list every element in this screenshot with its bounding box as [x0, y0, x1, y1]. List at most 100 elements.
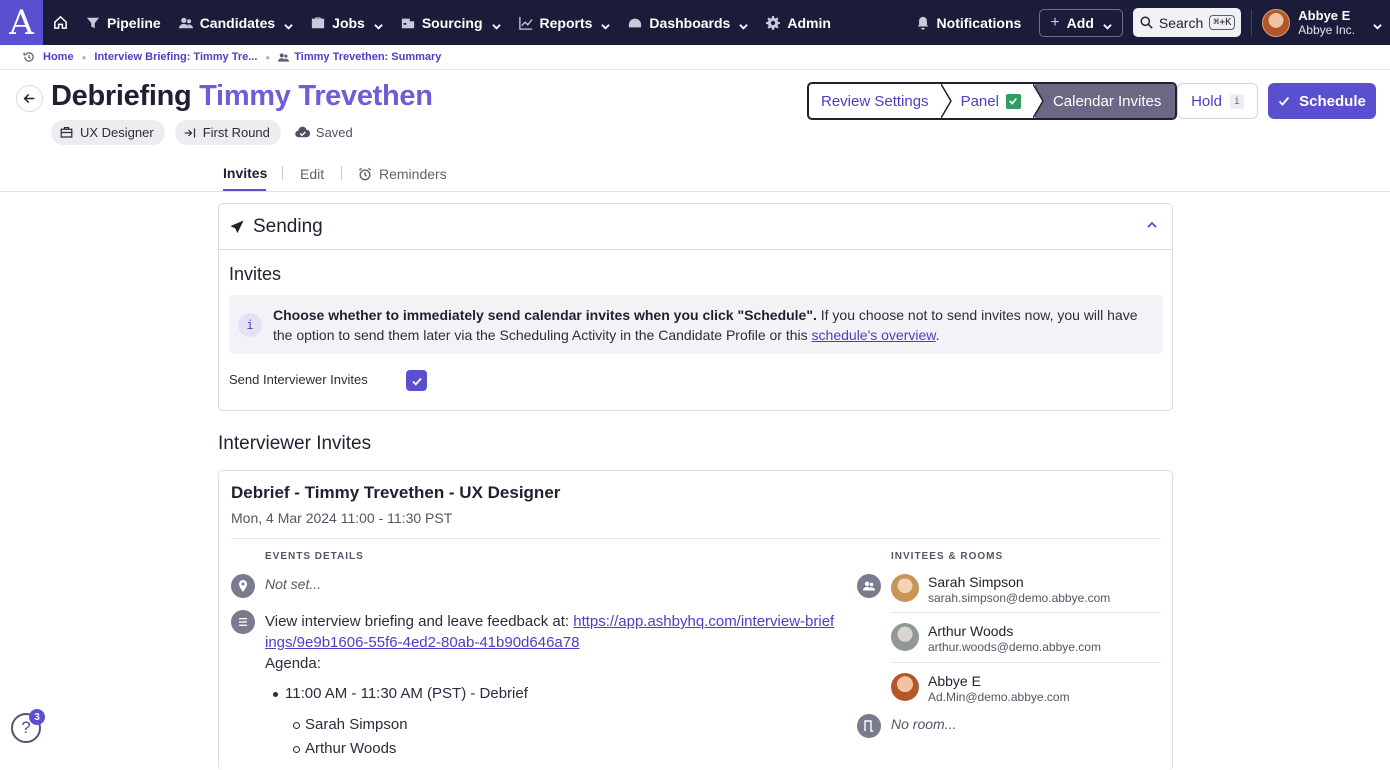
- add-button[interactable]: + Add: [1039, 8, 1123, 37]
- invite-card: Debrief - Timmy Trevethen - UX Designer …: [218, 470, 1173, 770]
- nav-reports[interactable]: Reports: [510, 0, 620, 45]
- search-label: Search: [1158, 14, 1204, 31]
- chevron-down-icon: [739, 18, 749, 30]
- description-text: View interview briefing and leave feedba…: [265, 613, 574, 630]
- agenda-label: Agenda:: [265, 655, 321, 672]
- nav-pipeline[interactable]: Pipeline: [77, 0, 170, 45]
- description-icon: [231, 610, 255, 634]
- app-logo[interactable]: A: [0, 0, 43, 45]
- invitee-item[interactable]: Arthur Woods arthur.woods@demo.abbye.com: [891, 623, 1161, 673]
- cloud-check-icon: [295, 126, 310, 138]
- tab-invites-label: Invites: [223, 164, 268, 181]
- breadcrumb-separator: ●: [265, 52, 271, 62]
- nav-dashboards[interactable]: Dashboards: [619, 0, 757, 45]
- search-shortcut: ⌘+K: [1209, 15, 1236, 30]
- step-divider: [1032, 84, 1044, 118]
- breadcrumb-interview-briefing[interactable]: Interview Briefing: Timmy Tre...: [94, 51, 257, 63]
- invitee-email: arthur.woods@demo.abbye.com: [928, 640, 1101, 654]
- stage-chip-label: First Round: [202, 125, 270, 140]
- schedule-label: Schedule: [1299, 92, 1366, 110]
- invitees-rooms-label: INVITEES & ROOMS: [891, 551, 1004, 562]
- people-icon: [278, 52, 290, 62]
- top-nav: A Pipeline Candidates Jobs Sourcing Repo…: [0, 0, 1390, 45]
- sending-panel-header[interactable]: Sending: [219, 204, 1172, 250]
- role-chip[interactable]: UX Designer: [51, 120, 165, 145]
- nav-sourcing-label: Sourcing: [421, 14, 483, 31]
- send-invites-checkbox[interactable]: [406, 370, 427, 391]
- tab-separator: [341, 166, 342, 180]
- sending-panel: Sending Invites i Choose whether to imme…: [218, 203, 1173, 411]
- saved-label: Saved: [315, 125, 353, 140]
- chevron-down-icon: [284, 18, 293, 30]
- check-icon: [411, 377, 422, 386]
- tab-reminders[interactable]: Reminders: [358, 156, 447, 191]
- hold-button[interactable]: Hold i: [1177, 83, 1258, 119]
- nav-admin[interactable]: Admin: [757, 0, 840, 45]
- schedule-overview-link[interactable]: schedule's overview: [812, 327, 936, 343]
- tab-edit-label: Edit: [300, 165, 325, 182]
- plus-icon: +: [1050, 13, 1060, 31]
- info-end: .: [935, 327, 940, 343]
- chevron-down-icon[interactable]: [1373, 18, 1382, 30]
- notifications-button[interactable]: Notifications: [907, 0, 1031, 45]
- step-panel[interactable]: Panel: [940, 84, 1035, 118]
- gauge-icon: [629, 18, 642, 27]
- invitee-email: Ad.Min@demo.abbye.com: [928, 690, 1070, 704]
- help-notification-badge: 3: [29, 709, 45, 725]
- breadcrumb-separator: ●: [81, 52, 87, 62]
- invitee-name: Sarah Simpson: [928, 574, 1024, 590]
- check-icon: [1005, 93, 1021, 109]
- chevron-up-icon[interactable]: [1146, 219, 1158, 231]
- info-callout: i Choose whether to immediately send cal…: [229, 295, 1163, 354]
- notifications-label: Notifications: [936, 14, 1022, 31]
- stage-chip[interactable]: First Round: [174, 120, 281, 145]
- event-description: View interview briefing and leave feedba…: [265, 611, 835, 653]
- arrow-to-right-icon: [184, 128, 195, 137]
- step-review-settings-label: Review Settings: [821, 92, 929, 110]
- agenda-person: Sarah Simpson: [293, 716, 408, 733]
- chevron-down-icon: [601, 18, 611, 30]
- nav-jobs-label: Jobs: [332, 14, 365, 31]
- tab-invites[interactable]: Invites: [223, 156, 268, 191]
- user-menu[interactable]: Abbye E Abbye Inc.: [1298, 8, 1355, 38]
- info-icon: i: [1229, 93, 1244, 109]
- briefcase-icon: [60, 127, 73, 138]
- step-calendar-invites[interactable]: Calendar Invites: [1032, 84, 1176, 118]
- room-door-icon: [857, 714, 881, 738]
- nav-reports-label: Reports: [539, 14, 593, 31]
- invitee-item[interactable]: Sarah Simpson sarah.simpson@demo.abbye.c…: [891, 574, 1161, 624]
- header-chips: UX Designer First Round Saved: [51, 120, 353, 145]
- page-title: Debriefing Timmy Trevethen: [51, 80, 433, 113]
- back-button[interactable]: [16, 85, 43, 112]
- sending-title: Sending: [253, 215, 323, 237]
- nav-candidates[interactable]: Candidates: [170, 0, 302, 45]
- history-icon[interactable]: [23, 51, 35, 63]
- room-value[interactable]: No room...: [891, 716, 956, 732]
- candidate-name[interactable]: Timmy Trevethen: [199, 80, 433, 112]
- saved-status: Saved: [295, 125, 353, 140]
- user-avatar[interactable]: [1262, 8, 1291, 37]
- nav-sourcing[interactable]: Sourcing: [392, 0, 510, 45]
- breadcrumb-summary[interactable]: Timmy Trevethen: Summary: [294, 51, 441, 63]
- funnel-icon: [86, 17, 100, 28]
- tab-edit[interactable]: Edit: [300, 156, 324, 191]
- search-button[interactable]: Search ⌘+K: [1132, 8, 1242, 37]
- tab-separator: [282, 166, 283, 180]
- step-review-settings[interactable]: Review Settings: [809, 84, 943, 118]
- nav-jobs[interactable]: Jobs: [302, 0, 392, 45]
- people-icon: [857, 574, 881, 598]
- breadcrumb-home[interactable]: Home: [43, 51, 74, 63]
- invitee-email: sarah.simpson@demo.abbye.com: [928, 591, 1111, 605]
- location-pin-icon: [231, 574, 255, 598]
- divider: [231, 538, 1161, 539]
- add-label: Add: [1066, 14, 1094, 31]
- send-invites-label: Send Interviewer Invites: [229, 372, 368, 387]
- home-icon[interactable]: [43, 0, 77, 45]
- agenda-person: Arthur Woods: [292, 740, 397, 757]
- step-panel-label: Panel: [960, 92, 999, 110]
- tab-reminders-label: Reminders: [379, 165, 447, 182]
- location-value[interactable]: Not set...: [265, 576, 321, 592]
- schedule-button[interactable]: Schedule: [1268, 83, 1376, 119]
- avatar: [891, 623, 919, 651]
- step-calendar-invites-label: Calendar Invites: [1052, 92, 1162, 110]
